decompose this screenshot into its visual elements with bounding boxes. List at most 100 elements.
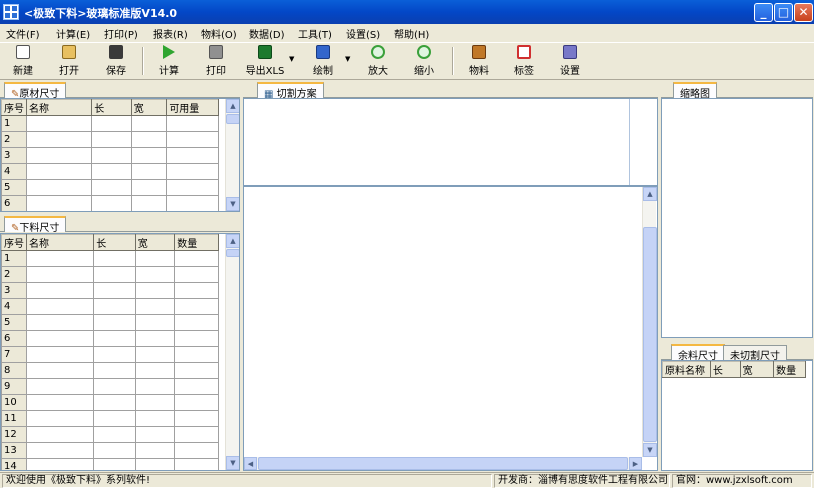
header-available[interactable]: 可用量 (166, 99, 219, 116)
header-name[interactable]: 名称 (25, 234, 95, 251)
print-button[interactable]: 打印 (199, 45, 233, 77)
menu-settings[interactable]: 设置(S) (346, 26, 380, 41)
menu-print[interactable]: 打印(P) (104, 26, 138, 41)
tab-remnant-sizes[interactable]: 余料尺寸 (671, 344, 725, 362)
settings-icon (563, 45, 577, 59)
header-length[interactable]: 长 (93, 234, 136, 251)
tab-cutting-plan[interactable]: ▦ 切割方案 (257, 82, 324, 100)
tab-uncut-sizes[interactable]: 未切割尺寸 (723, 345, 787, 362)
table-row[interactable]: 12 (1, 426, 219, 443)
menu-report[interactable]: 报表(R) (153, 26, 188, 41)
table-row[interactable]: 1 (1, 250, 219, 267)
title-bar: <极致下料>玻璃标准版V14.0 _ □ ✕ (0, 0, 814, 24)
table-row[interactable]: 1 (1, 115, 219, 132)
material-button[interactable]: 物料 (462, 45, 496, 77)
app-icon (3, 4, 19, 20)
menu-bar: 文件(F) 计算(E) 打印(P) 报表(R) 物料(O) 数据(D) 工具(T… (0, 24, 814, 42)
new-button[interactable]: 新建 (6, 45, 40, 77)
table-row[interactable]: 3 (1, 282, 219, 299)
scroll-right-icon[interactable]: ▶ (629, 457, 642, 470)
menu-tools[interactable]: 工具(T) (298, 26, 332, 41)
label-button[interactable]: 标签 (507, 45, 541, 77)
table-row[interactable]: 6 (1, 330, 219, 347)
table-row[interactable]: 14 (1, 458, 219, 470)
draw-button[interactable]: 绘制 (306, 45, 340, 77)
table-row[interactable]: 3 (1, 147, 219, 164)
zoom-in-button[interactable]: 放大 (361, 45, 395, 77)
header-width[interactable]: 宽 (130, 99, 168, 116)
tab-cut-sizes[interactable]: ✎下料尺寸 (4, 216, 67, 234)
table-row[interactable]: 4 (1, 163, 219, 180)
header-length[interactable]: 长 (709, 361, 741, 378)
open-button[interactable]: 打开 (52, 45, 86, 77)
settings-button[interactable]: 设置 (553, 45, 587, 77)
menu-calculate[interactable]: 计算(E) (56, 26, 90, 41)
label-icon (517, 45, 531, 59)
tab-raw-material[interactable]: ✎原材尺寸 (4, 82, 67, 100)
scroll-up-icon[interactable]: ▲ (226, 99, 239, 113)
remnant-table[interactable]: 原料名称 长 宽 数量 (661, 360, 813, 471)
table-row[interactable]: 10 (1, 394, 219, 411)
open-folder-icon (62, 45, 76, 59)
header-quantity[interactable]: 数量 (174, 234, 219, 251)
header-index[interactable]: 序号 (1, 99, 27, 116)
table-header: 序号 名称 长 宽 数量 (1, 234, 219, 251)
export-dropdown-icon[interactable]: ▼ (289, 55, 294, 63)
tab-thumbnail[interactable]: 缩略图 (673, 82, 717, 100)
raw-material-table[interactable]: 序号 名称 长 宽 可用量 1 2 3 4 5 6 ▲ ▼ (0, 98, 240, 212)
table-row[interactable]: 2 (1, 131, 219, 148)
table-row[interactable]: 5 (1, 314, 219, 331)
save-disk-icon (109, 45, 123, 59)
zoom-out-button[interactable]: 缩小 (407, 45, 441, 77)
menu-material[interactable]: 物料(O) (201, 26, 237, 41)
thumbnail-area[interactable] (661, 98, 813, 338)
status-bar: 欢迎使用《极致下料》系列软件! 开发商：淄博有思度软件工程有限公司 官网：www… (0, 472, 814, 488)
scroll-down-icon[interactable]: ▼ (226, 456, 239, 470)
header-material-name[interactable]: 原料名称 (662, 361, 711, 378)
header-index[interactable]: 序号 (1, 234, 27, 251)
calculate-button[interactable]: 计算 (152, 45, 186, 77)
plan-list-area[interactable] (243, 98, 658, 186)
status-website[interactable]: 官网：www.jzxlsoft.com (672, 474, 812, 488)
table-row[interactable]: 13 (1, 442, 219, 459)
menu-help[interactable]: 帮助(H) (394, 26, 429, 41)
table-row[interactable]: 11 (1, 410, 219, 427)
export-xls-button[interactable]: 导出XLS (243, 45, 287, 77)
header-width[interactable]: 宽 (134, 234, 176, 251)
scroll-down-icon[interactable]: ▼ (226, 197, 239, 211)
menu-file[interactable]: 文件(F) (6, 26, 40, 41)
header-length[interactable]: 长 (91, 99, 132, 116)
canvas-vscrollbar[interactable]: ▲ ▼ (642, 187, 657, 457)
cut-scrollbar[interactable]: ▲ ▼ (225, 234, 239, 470)
table-row[interactable]: 7 (1, 346, 219, 363)
draw-dropdown-icon[interactable]: ▼ (345, 55, 350, 63)
scroll-up-icon[interactable]: ▲ (226, 234, 239, 248)
canvas-hscrollbar[interactable]: ◀ ▶ (244, 457, 642, 470)
maximize-button[interactable]: □ (774, 3, 793, 22)
material-icon (472, 45, 486, 59)
table-row[interactable]: 4 (1, 298, 219, 315)
menu-data[interactable]: 数据(D) (249, 26, 285, 41)
drawing-canvas[interactable]: ▲ ▼ ◀ ▶ (243, 186, 658, 471)
scroll-up-icon[interactable]: ▲ (643, 187, 657, 201)
table-row[interactable]: 8 (1, 362, 219, 379)
header-width[interactable]: 宽 (739, 361, 775, 378)
draw-icon (316, 45, 330, 59)
status-welcome: 欢迎使用《极致下料》系列软件! (2, 474, 492, 488)
save-button[interactable]: 保存 (99, 45, 133, 77)
table-row[interactable]: 2 (1, 266, 219, 283)
raw-scrollbar[interactable]: ▲ ▼ (225, 99, 239, 211)
cut-sizes-table[interactable]: 序号 名称 长 宽 数量 1 2 3 4 5 6 7 8 9 10 11 12 … (0, 233, 240, 471)
toolbar: 新建 打开 保存 计算 打印 导出XLS ▼ 绘制 ▼ 放大 缩小 物料 标签 … (0, 42, 814, 80)
header-quantity[interactable]: 数量 (773, 361, 806, 378)
close-button[interactable]: ✕ (794, 3, 813, 22)
scroll-down-icon[interactable]: ▼ (643, 443, 657, 457)
table-row[interactable]: 9 (1, 378, 219, 395)
minimize-button[interactable]: _ (754, 3, 773, 22)
scroll-left-icon[interactable]: ◀ (244, 457, 257, 470)
table-row[interactable]: 6 (1, 195, 219, 211)
table-row[interactable]: 5 (1, 179, 219, 196)
zoom-in-icon (371, 45, 385, 59)
raw-tab-header: ✎原材尺寸 (0, 81, 240, 100)
header-name[interactable]: 名称 (25, 99, 93, 116)
